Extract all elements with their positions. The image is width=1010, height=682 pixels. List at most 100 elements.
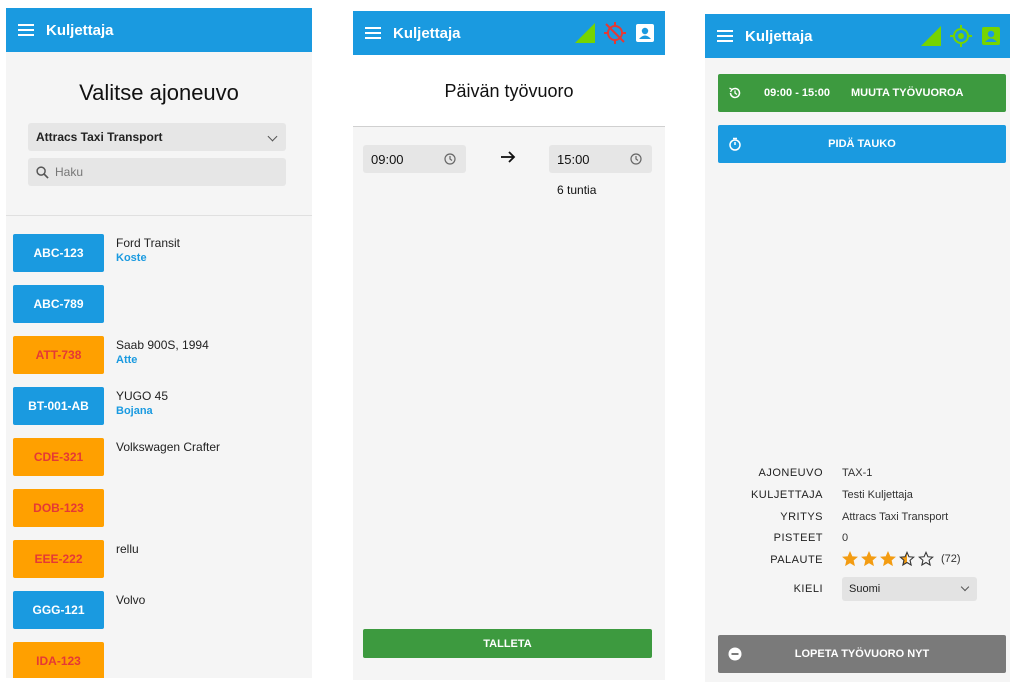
change-shift-button[interactable]: 09:00 - 15:00 MUUTA TYÖVUOROA — [718, 74, 1006, 112]
end-shift-button[interactable]: LOPETA TYÖVUORO NYT — [718, 635, 1006, 673]
end-time-field[interactable]: 15:00 — [549, 145, 652, 173]
points-label: PISTEET — [773, 532, 823, 544]
vehicle-plate[interactable]: DOB-123 — [13, 489, 104, 527]
end-time-value: 15:00 — [557, 151, 590, 167]
vehicle-row[interactable]: DOB-123 — [13, 489, 303, 527]
arrow-right-icon — [501, 151, 516, 163]
vehicle-name: Volvo — [116, 593, 146, 607]
stopwatch-icon — [729, 137, 741, 151]
profile-icon[interactable] — [635, 23, 655, 43]
page-title: Valitse ajoneuvo — [79, 80, 239, 105]
points-value: 0 — [842, 532, 849, 544]
search-input[interactable] — [55, 165, 255, 179]
vehicle-info: Saab 900S, 1994 Atte — [116, 338, 209, 368]
vehicle-label: AJONEUVO — [758, 467, 823, 479]
info-row-feedback: PALAUTE (72) — [705, 551, 1010, 572]
star-half-icon — [899, 551, 915, 567]
search-icon — [36, 165, 49, 179]
menu-icon[interactable] — [365, 27, 381, 39]
star-empty-icon — [918, 551, 934, 567]
info-row-driver: KULJETTAJA Testi Kuljettaja — [705, 486, 1010, 507]
menu-icon[interactable] — [18, 24, 34, 36]
save-button[interactable]: TALLETA — [363, 629, 652, 658]
vehicle-driver: Bojana — [116, 405, 153, 417]
vehicle-row[interactable]: ATT-738 Saab 900S, 1994 Atte — [13, 336, 303, 374]
vehicle-row[interactable]: BT-001-AB YUGO 45 Bojana — [13, 387, 303, 425]
language-label: KIELI — [793, 583, 823, 595]
shift-duration: 6 tuntia — [557, 183, 597, 197]
vehicle-row[interactable]: GGG-121 Volvo — [13, 591, 303, 629]
vehicle-plate[interactable]: IDA-123 — [13, 642, 104, 678]
vehicle-plate[interactable]: ABC-789 — [13, 285, 104, 323]
menu-icon[interactable] — [717, 30, 733, 42]
vehicle-name: Ford Transit — [116, 236, 181, 250]
vehicle-name: rellu — [116, 542, 139, 556]
profile-icon[interactable] — [981, 26, 1001, 46]
vehicle-row[interactable]: EEE-222 rellu — [13, 540, 303, 578]
company-value: Attracs Taxi Transport — [842, 511, 949, 523]
signal-icon — [921, 26, 941, 46]
location-on-icon[interactable] — [949, 24, 973, 48]
change-shift-label: MUUTA TYÖVUOROA — [851, 87, 964, 99]
star-full-icon — [842, 551, 858, 567]
vehicle-info: Ford Transit Koste — [116, 236, 180, 266]
driver-label: KULJETTAJA — [750, 489, 823, 501]
app-title: Kuljettaja — [393, 24, 461, 42]
feedback-stars: (72) — [842, 551, 961, 567]
clock-icon — [444, 153, 456, 165]
shift-header: Päivän työvuoro — [353, 55, 665, 127]
info-row-vehicle: AJONEUVO TAX-1 — [705, 464, 1010, 485]
location-off-icon[interactable] — [603, 21, 627, 45]
vehicle-driver: Atte — [116, 354, 138, 366]
search-field[interactable] — [28, 158, 286, 186]
chevron-down-icon — [267, 131, 278, 142]
vehicle-info: Volvo — [116, 593, 145, 608]
take-break-button[interactable]: PIDÄ TAUKO — [718, 125, 1006, 163]
vehicle-driver: Koste — [116, 252, 147, 264]
start-time-field[interactable]: 09:00 — [363, 145, 466, 173]
history-icon — [729, 87, 741, 99]
status-icons — [575, 21, 655, 45]
vehicle-row[interactable]: CDE-321 Volkswagen Crafter — [13, 438, 303, 476]
vehicle-plate[interactable]: ATT-738 — [13, 336, 104, 374]
vehicle-info: Volkswagen Crafter — [116, 440, 220, 455]
vehicle-row[interactable]: ABC-123 Ford Transit Koste — [13, 234, 303, 272]
company-label: YRITYS — [780, 511, 823, 523]
vehicle-name: Volkswagen Crafter — [116, 440, 221, 454]
start-time-value: 09:00 — [371, 151, 404, 167]
feedback-count: (72) — [941, 553, 961, 565]
signal-icon — [575, 23, 595, 43]
star-full-icon — [861, 551, 877, 567]
vehicle-plate[interactable]: GGG-121 — [13, 591, 104, 629]
app-title: Kuljettaja — [46, 21, 114, 39]
shift-screen: Kuljettaja Päivän työvuoro 09:00 15:00 6… — [353, 11, 665, 680]
vehicle-plate[interactable]: BT-001-AB — [13, 387, 104, 425]
vehicle-plate[interactable]: ABC-123 — [13, 234, 104, 272]
driver-value: Testi Kuljettaja — [842, 489, 913, 501]
vehicle-plate[interactable]: EEE-222 — [13, 540, 104, 578]
vehicle-row[interactable]: ABC-789 — [13, 285, 303, 323]
vehicle-plate[interactable]: CDE-321 — [13, 438, 104, 476]
language-select-value: Suomi — [849, 583, 881, 595]
vehicle-name: Saab 900S, 1994 — [116, 338, 209, 352]
page-title: Päivän työvuoro — [444, 81, 574, 101]
star-full-icon — [880, 551, 896, 567]
take-break-label: PIDÄ TAUKO — [828, 138, 896, 150]
vehicle-selection-screen: Kuljettaja Valitse ajoneuvo Attracs Taxi… — [6, 8, 312, 678]
shift-time-label: 09:00 - 15:00 — [764, 87, 831, 99]
info-row-points: PISTEET 0 — [705, 529, 1010, 550]
vehicle-name: YUGO 45 — [116, 389, 169, 403]
vehicle-row[interactable]: IDA-123 — [13, 642, 303, 678]
company-select[interactable]: Attracs Taxi Transport — [28, 123, 286, 151]
clock-icon — [630, 153, 642, 165]
language-select[interactable]: Suomi — [842, 577, 977, 601]
feedback-label: PALAUTE — [770, 554, 823, 566]
vehicle-info: rellu — [116, 542, 139, 557]
app-bar: Kuljettaja — [705, 14, 1010, 58]
chevron-down-icon — [960, 582, 970, 592]
info-row-company: YRITYS Attracs Taxi Transport — [705, 508, 1010, 529]
vehicle-value: TAX-1 — [842, 467, 873, 479]
app-title: Kuljettaja — [745, 27, 813, 45]
driver-main-screen: Kuljettaja 09:00 - 15:00 MUUTA TYÖVUOROA… — [705, 14, 1010, 682]
app-bar: Kuljettaja — [6, 8, 312, 52]
